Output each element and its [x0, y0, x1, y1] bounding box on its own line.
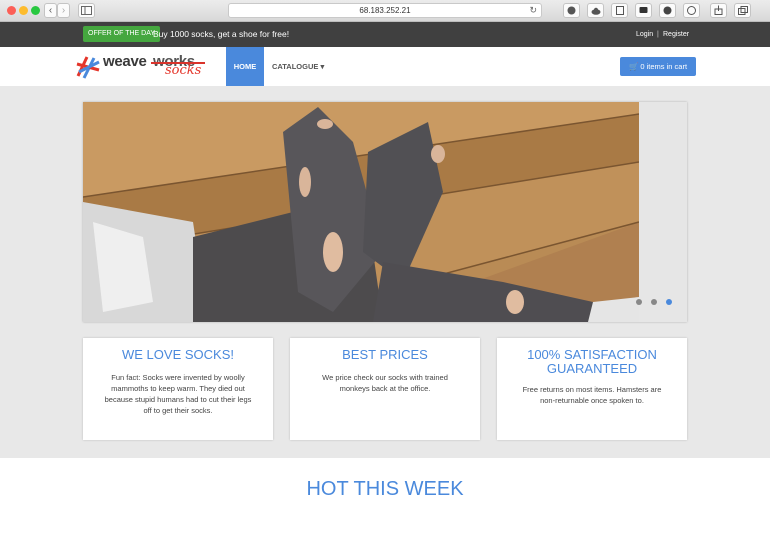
carousel-indicator-3[interactable] — [666, 299, 672, 305]
minimize-window-icon[interactable] — [19, 6, 28, 15]
feature-card-best-prices: BEST PRICES We price check our socks wit… — [290, 338, 480, 440]
sidebar-icon — [81, 6, 92, 15]
card-text: We price check our socks with trained mo… — [322, 373, 448, 393]
tabs-button[interactable] — [734, 3, 751, 18]
browser-toolbar: ‹ › 68.183.252.21 ↻ — [0, 0, 770, 22]
separator: | — [657, 31, 659, 38]
extension-button-3[interactable] — [659, 3, 676, 18]
extension-button-4[interactable] — [683, 3, 700, 18]
top-bar: OFFER OF THE DAY Buy 1000 socks, get a s… — [0, 22, 770, 47]
nav-home[interactable]: HOME — [226, 47, 264, 86]
circle-icon — [663, 6, 672, 15]
offer-of-the-day-badge[interactable]: OFFER OF THE DAY — [83, 26, 161, 42]
card-title: WE LOVE SOCKS! — [122, 347, 234, 362]
carousel-indicator-1[interactable] — [636, 299, 642, 305]
offer-text: Buy 1000 socks, get a shoe for free! — [153, 29, 290, 39]
logo-socks-text: socks — [165, 63, 202, 78]
hero-carousel — [83, 102, 687, 322]
section-title: HOT THIS WEEK — [306, 478, 464, 500]
share-icon — [714, 5, 723, 15]
chat-icon — [639, 7, 648, 13]
address-bar[interactable]: 68.183.252.21 ↻ — [228, 3, 542, 18]
nav-catalogue[interactable]: CATALOGUE ▾ — [272, 47, 324, 86]
feature-card-satisfaction: 100% SATISFACTION GUARANTEED Free return… — [497, 338, 687, 440]
card-title: BEST PRICES — [342, 347, 428, 362]
extension-button-1[interactable] — [611, 3, 628, 18]
feature-card-love-socks: WE LOVE SOCKS! Fun fact: Socks were inve… — [83, 338, 273, 440]
card-title: 100% SATISFACTION GUARANTEED — [527, 347, 657, 376]
cloud-button[interactable] — [587, 3, 604, 18]
close-window-icon[interactable] — [7, 6, 16, 15]
main-navbar: weave works socks HOME CATALOGUE ▾ 🛒 0 i… — [0, 47, 770, 86]
cloud-icon — [591, 7, 600, 15]
download-button[interactable] — [563, 3, 580, 18]
clipboard-icon — [615, 6, 624, 15]
download-icon — [567, 6, 576, 15]
carousel-indicator-2[interactable] — [651, 299, 657, 305]
logo-mark-icon — [76, 56, 100, 79]
hot-this-week-section: HOT THIS WEEK — [0, 458, 770, 535]
reload-icon[interactable]: ↻ — [529, 4, 537, 17]
card-text: Fun fact: Socks were invented by woolly … — [104, 373, 252, 415]
forward-button[interactable]: › — [57, 3, 70, 18]
url-text: 68.183.252.21 — [359, 6, 411, 15]
card-text: Free returns on most items. Hamsters are… — [522, 385, 662, 405]
info-icon — [687, 6, 696, 15]
zoom-window-icon[interactable] — [31, 6, 40, 15]
tabs-icon — [737, 6, 748, 15]
login-link[interactable]: Login — [636, 22, 653, 47]
weaveworks-socks-logo[interactable]: weave works socks — [75, 52, 210, 82]
register-link[interactable]: Register — [663, 22, 689, 47]
logo-weave-text: weave — [103, 53, 147, 70]
back-button[interactable]: ‹ — [44, 3, 57, 18]
hero-image — [83, 102, 639, 322]
extension-button-2[interactable] — [635, 3, 652, 18]
cart-button[interactable]: 🛒 0 items in cart — [620, 57, 696, 76]
sidebar-toggle-button[interactable] — [78, 3, 95, 18]
share-button[interactable] — [710, 3, 727, 18]
